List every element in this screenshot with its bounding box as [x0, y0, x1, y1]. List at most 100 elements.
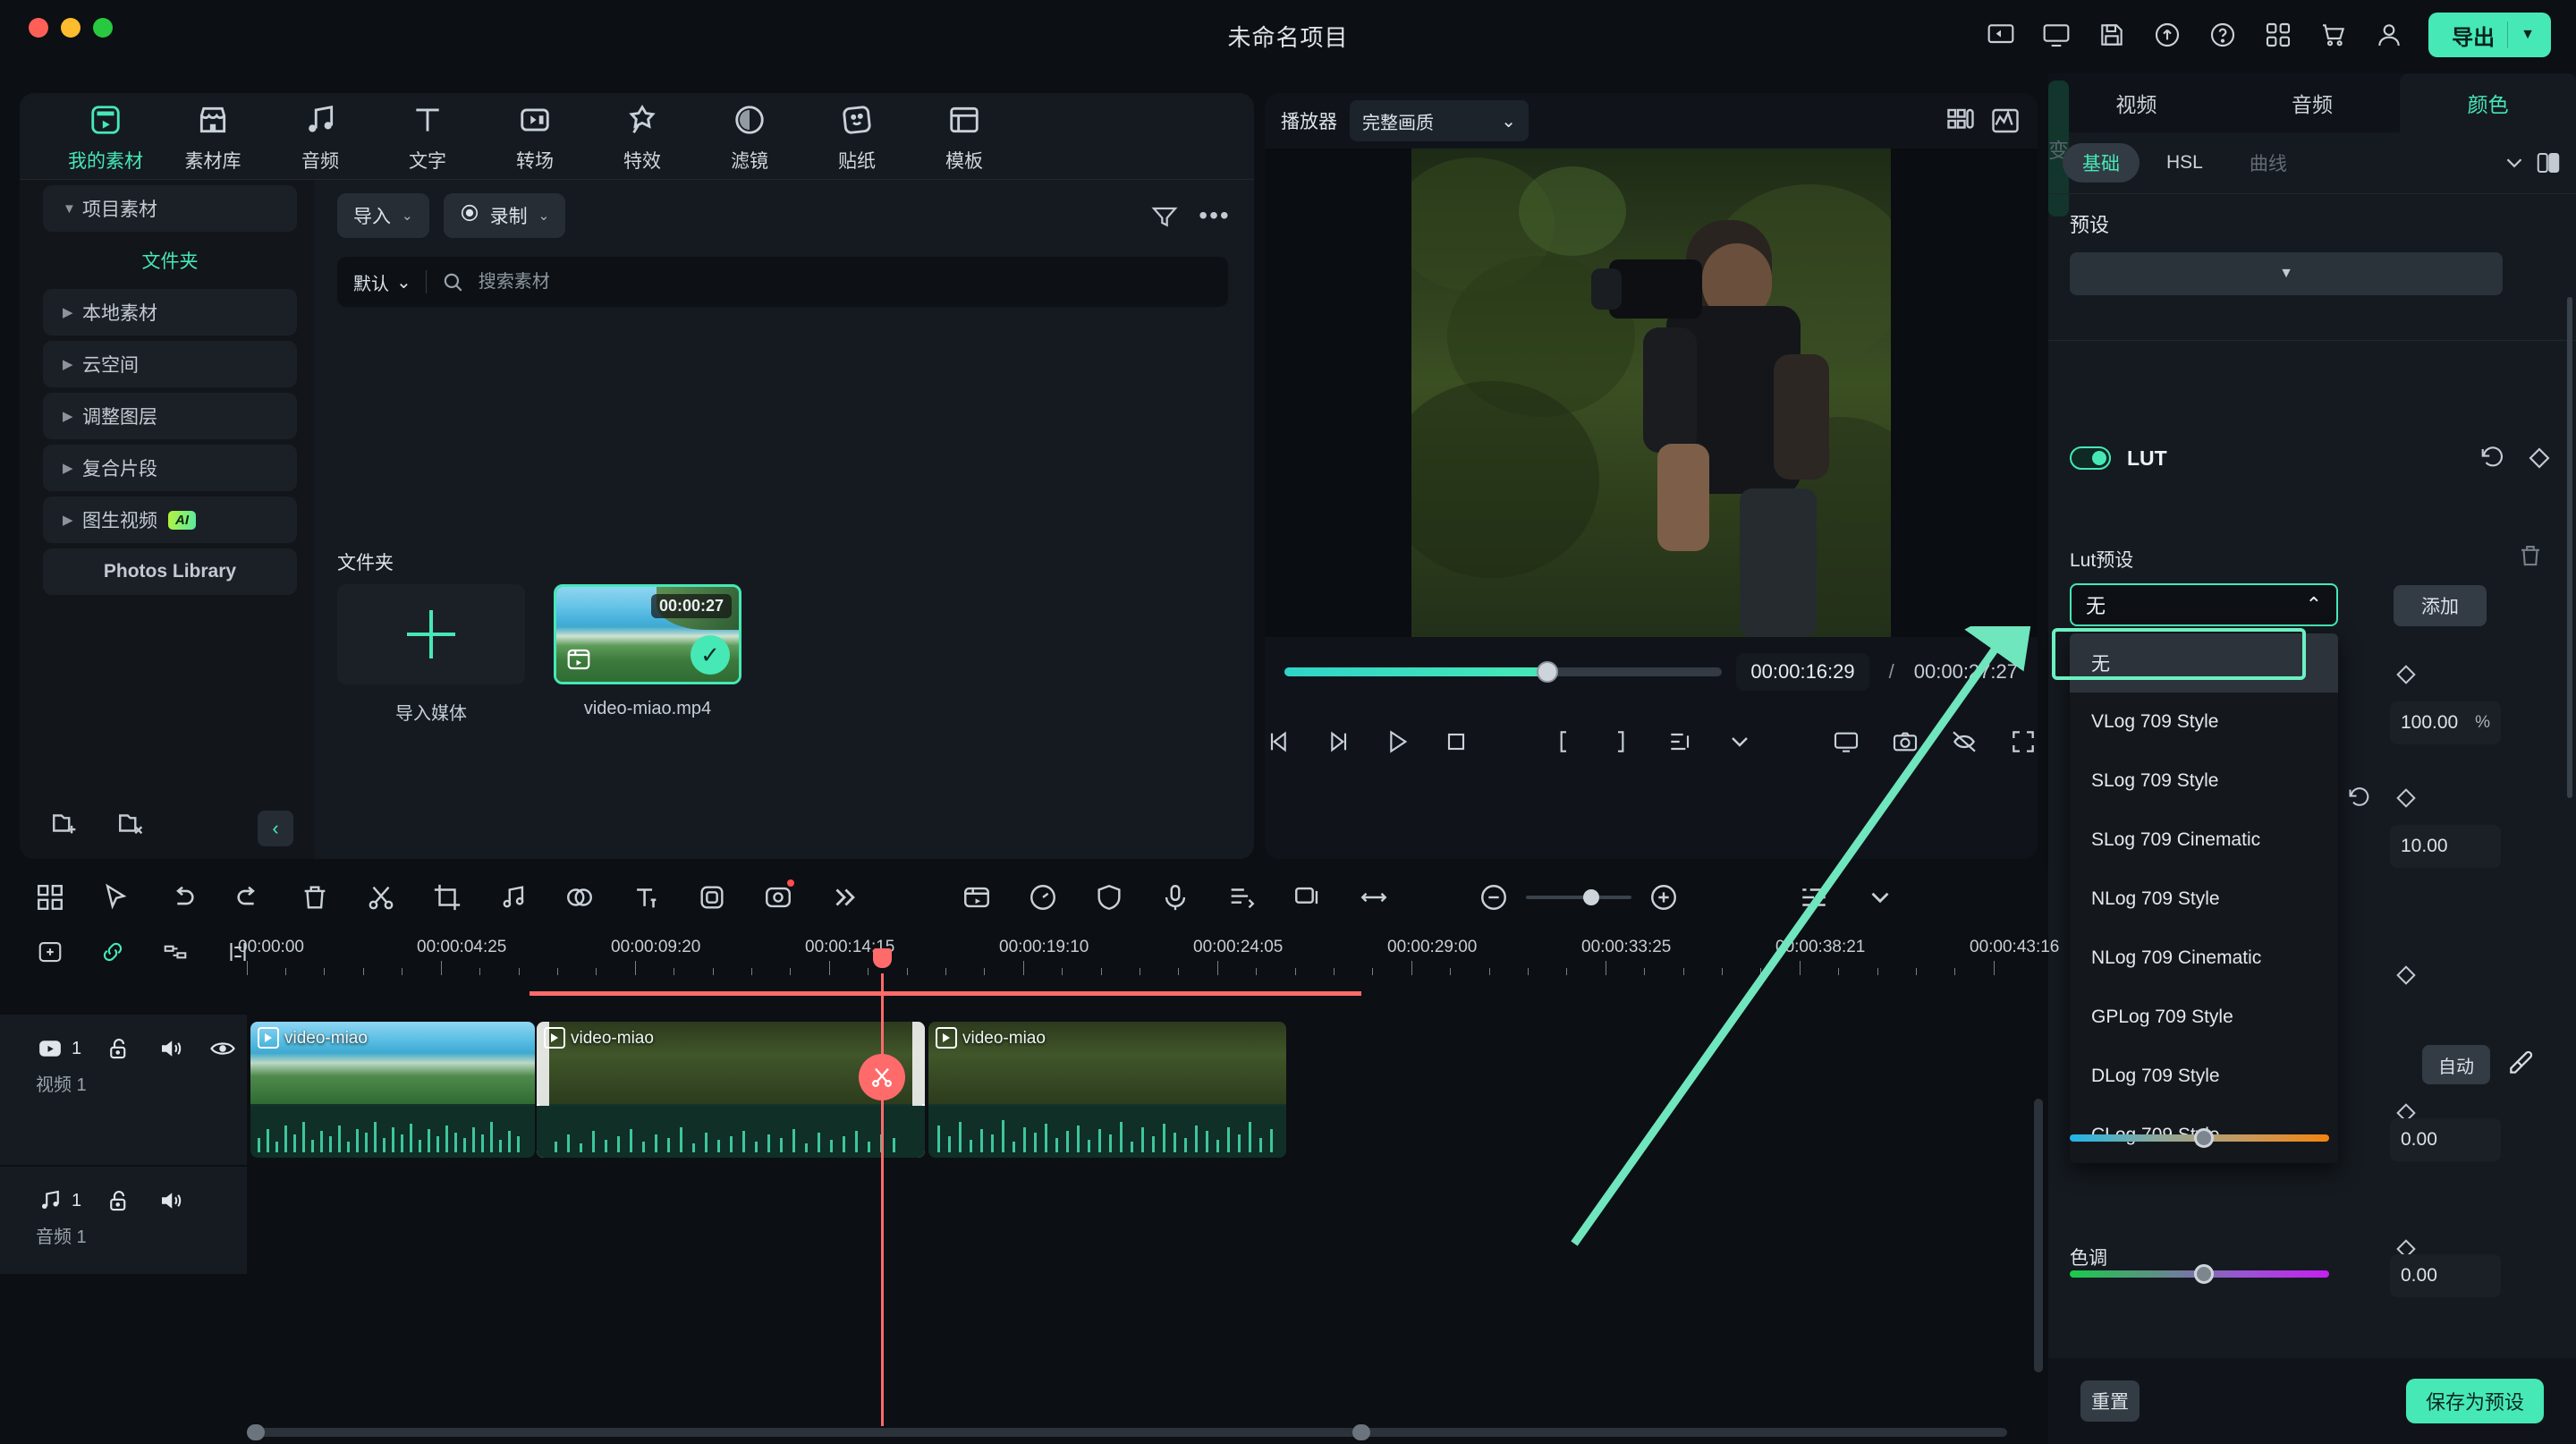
tree-item-image-to-video[interactable]: ▶ 图生视频 AI	[43, 497, 297, 543]
media-thumb[interactable]: 00:00:27 ✓	[554, 584, 741, 684]
chevron-down-icon[interactable]: ⌄	[538, 208, 550, 224]
fullscreen-icon[interactable]	[2009, 725, 2038, 759]
next-frame-icon[interactable]	[1324, 725, 1352, 759]
tree-item-photos-library[interactable]: Photos Library	[43, 548, 297, 595]
record-screen-icon[interactable]	[959, 879, 995, 915]
chevron-right-icon[interactable]: ▶	[63, 304, 82, 320]
chevron-more-icon[interactable]	[826, 879, 862, 915]
select-tool-icon[interactable]	[98, 879, 134, 915]
keyframe-tool-icon[interactable]	[760, 879, 796, 915]
chevron-down-icon[interactable]: ⌄	[396, 271, 411, 293]
new-folder-icon[interactable]	[50, 808, 80, 838]
export-button[interactable]: 导出 ▼	[2428, 13, 2551, 57]
lut-toggle[interactable]	[2070, 446, 2111, 470]
slider-handle[interactable]	[2194, 1128, 2214, 1148]
compare-split-icon[interactable]	[2535, 149, 2562, 176]
fit-timeline-icon[interactable]	[1356, 879, 1392, 915]
add-lut-button[interactable]: 添加	[2394, 585, 2487, 626]
speaker-icon[interactable]	[157, 1034, 185, 1063]
timeline-clip[interactable]: video-miao	[250, 1022, 535, 1158]
dropdown-option[interactable]: NLog 709 Style	[2070, 870, 2338, 929]
playhead-handle[interactable]	[873, 948, 892, 968]
subtab-basic[interactable]: 基础	[2063, 143, 2140, 183]
chevron-down-icon[interactable]	[1725, 725, 1754, 759]
tree-item-project-media[interactable]: ▼ 项目素材	[43, 185, 297, 232]
zoom-slider[interactable]	[1526, 889, 1631, 905]
play-icon[interactable]	[1383, 725, 1411, 759]
tab-my-media[interactable]: 我的素材	[52, 93, 159, 179]
text-tool-icon[interactable]	[628, 879, 664, 915]
color-match-icon[interactable]	[562, 879, 597, 915]
keyframe-diamond-icon[interactable]	[2394, 963, 2419, 988]
tint-field[interactable]: 0.00	[2390, 1254, 2501, 1297]
reset-icon[interactable]	[2478, 443, 2508, 473]
subtitle-icon[interactable]	[1224, 879, 1259, 915]
tree-item-folder[interactable]: 文件夹	[43, 237, 297, 284]
import-media-thumb[interactable]	[337, 584, 525, 684]
tree-item-compound-clip[interactable]: ▶ 复合片段	[43, 445, 297, 491]
tab-template[interactable]: 模板	[911, 93, 1018, 179]
save-preset-button[interactable]: 保存为预设	[2405, 1379, 2544, 1423]
tab-material-store[interactable]: 素材库	[159, 93, 267, 179]
zoom-in-icon[interactable]	[1646, 879, 1682, 915]
slider-handle[interactable]	[2194, 1264, 2214, 1284]
seek-handle[interactable]	[1536, 661, 1558, 683]
timeline-playhead[interactable]	[873, 948, 892, 1426]
scroll-handle-left[interactable]	[247, 1424, 265, 1440]
cloud-upload-icon[interactable]	[2151, 19, 2183, 51]
reset-icon[interactable]	[2347, 786, 2372, 811]
dropdown-option[interactable]: NLog 709 Cinematic	[2070, 929, 2338, 988]
link-icon[interactable]	[95, 934, 131, 970]
undo-icon[interactable]	[165, 879, 200, 915]
speed-icon[interactable]	[1025, 879, 1061, 915]
speaker-icon[interactable]	[157, 1186, 185, 1215]
dropdown-option[interactable]: SLog 709 Style	[2070, 752, 2338, 811]
chevron-right-icon[interactable]: ▶	[63, 460, 82, 476]
quality-selector[interactable]: 完整画质 ⌄	[1350, 100, 1529, 141]
tab-filter[interactable]: 滤镜	[696, 93, 803, 179]
grid-view-icon[interactable]	[32, 879, 68, 915]
track-manager-icon[interactable]	[1796, 879, 1832, 915]
ripple-icon[interactable]	[157, 934, 193, 970]
import-button[interactable]: 导入 ⌄	[337, 193, 429, 238]
timeline-vertical-scrollbar[interactable]	[2034, 1099, 2043, 1372]
tree-item-adjustment-layer[interactable]: ▶ 调整图层	[43, 393, 297, 439]
properties-scrollbar[interactable]	[2567, 297, 2572, 798]
shield-icon[interactable]	[1091, 879, 1127, 915]
chevron-down-icon[interactable]	[2501, 149, 2528, 176]
zoom-out-icon[interactable]	[1476, 879, 1512, 915]
fit-icon[interactable]	[1666, 725, 1695, 759]
eye-icon[interactable]	[208, 1034, 237, 1063]
search-bar[interactable]: 默认 ⌄	[337, 257, 1228, 307]
chevron-up-icon[interactable]: ⌃	[2306, 593, 2322, 616]
tab-video[interactable]: 视频	[2048, 73, 2224, 132]
redo-icon[interactable]	[231, 879, 267, 915]
present-icon[interactable]	[1832, 725, 1860, 759]
split-clip-badge[interactable]	[859, 1054, 905, 1100]
media-card[interactable]: 00:00:27 ✓ video-miao.mp4	[554, 584, 741, 725]
preset-selector[interactable]: ▼	[2070, 252, 2503, 295]
timeline-horizontal-scrollbar[interactable]	[247, 1424, 2007, 1440]
crop-icon[interactable]	[429, 879, 465, 915]
mark-out-icon[interactable]	[1607, 725, 1636, 759]
chevron-right-icon[interactable]: ▶	[63, 408, 82, 424]
dropdown-option[interactable]: GPLog 709 Style	[2070, 988, 2338, 1047]
mic-icon[interactable]	[1157, 879, 1193, 915]
layout-grid-icon[interactable]	[1945, 105, 1977, 137]
marker-icon[interactable]	[1290, 879, 1326, 915]
chevron-down-icon[interactable]	[1862, 879, 1898, 915]
lut-preset-dropdown[interactable]: 无 VLog 709 Style SLog 709 Style SLog 709…	[2070, 633, 2338, 1163]
audio-detach-icon[interactable]	[496, 879, 531, 915]
timeline-ruler[interactable]: 00:00:00 00:00:04:25 00:00:09:20 00:00:1…	[238, 929, 2059, 977]
save-icon[interactable]	[2096, 19, 2128, 51]
delete-folder-icon[interactable]	[116, 808, 147, 838]
collapse-panel-icon[interactable]: ‹	[258, 811, 293, 846]
more-options-icon[interactable]: •••	[1197, 198, 1233, 234]
trash-icon[interactable]	[2517, 542, 2544, 569]
seek-slider[interactable]	[1284, 661, 1723, 683]
screen-share-icon[interactable]	[1985, 19, 2017, 51]
monitor-icon[interactable]	[2040, 19, 2072, 51]
dropdown-option[interactable]: SLog 709 Cinematic	[2070, 811, 2338, 870]
tree-item-local-media[interactable]: ▶ 本地素材	[43, 289, 297, 336]
tint-slider[interactable]	[2070, 1264, 2329, 1284]
